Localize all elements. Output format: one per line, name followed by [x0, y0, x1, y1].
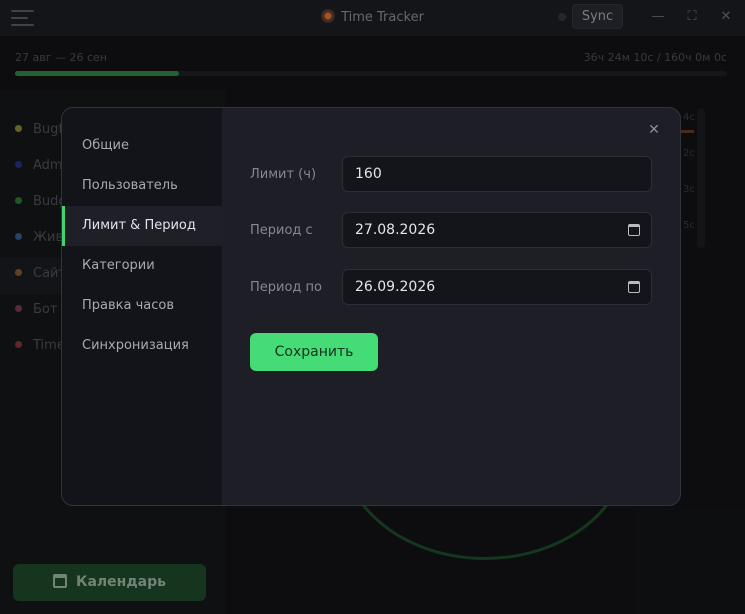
- settings-nav-item[interactable]: Лимит & Период: [62, 206, 222, 246]
- calendar-icon[interactable]: [628, 281, 640, 293]
- period-to-date-input[interactable]: 26.09.2026: [342, 269, 652, 305]
- settings-nav-item[interactable]: Пользователь: [62, 166, 222, 206]
- close-dialog-button[interactable]: ✕: [645, 121, 663, 139]
- limit-label: Лимит (ч): [250, 167, 317, 182]
- period-from-label: Период с: [250, 223, 313, 238]
- period-from-value: 27.08.2026: [355, 222, 436, 238]
- limit-input[interactable]: 160: [342, 156, 652, 192]
- settings-dialog: Общие Пользователь Лимит & Период Категории…: [61, 107, 681, 506]
- settings-nav-item[interactable]: Общие: [62, 126, 222, 166]
- period-to-label: Период по: [250, 280, 323, 295]
- period-to-value: 26.09.2026: [355, 279, 436, 295]
- settings-nav: Общие Пользователь Лимит & Период Категории…: [62, 108, 222, 505]
- period-from-date-input[interactable]: 27.08.2026: [342, 212, 652, 248]
- settings-nav-item[interactable]: Синхронизация: [62, 326, 222, 366]
- calendar-icon[interactable]: [628, 224, 640, 236]
- save-button[interactable]: Сохранить: [250, 333, 378, 371]
- settings-nav-item[interactable]: Категории: [62, 246, 222, 286]
- settings-nav-item[interactable]: Правка часов: [62, 286, 222, 326]
